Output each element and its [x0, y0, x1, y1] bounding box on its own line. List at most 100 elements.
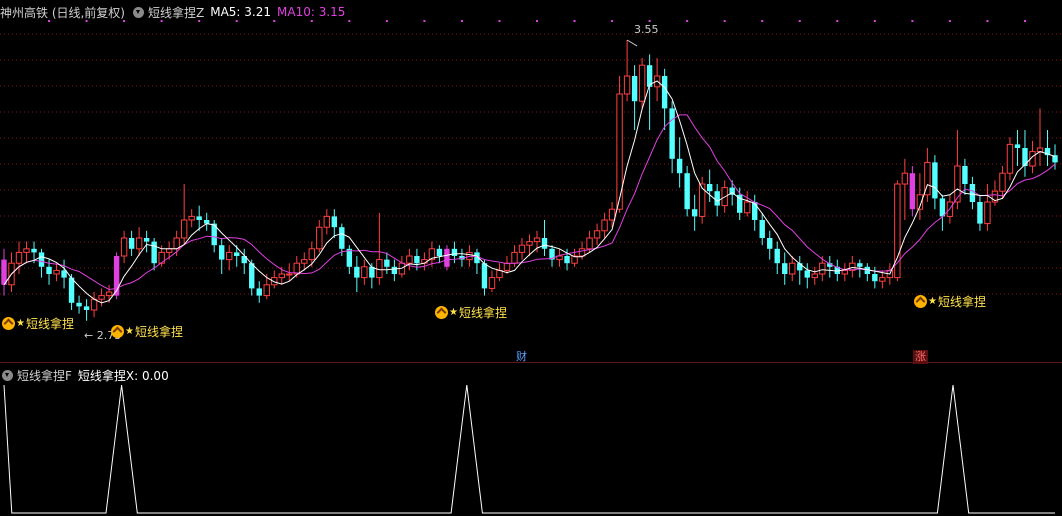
- candle-body: [533, 237, 541, 243]
- top-marker-dot: [798, 20, 801, 22]
- candle-body: [444, 248, 450, 267]
- candle-body: [90, 298, 98, 311]
- candle-body: [774, 248, 780, 264]
- candle-body: [165, 248, 173, 253]
- top-marker-dot: [423, 20, 426, 22]
- candle-body: [811, 273, 818, 279]
- candle-body: [601, 219, 608, 232]
- signal-label[interactable]: ★ 短线拿捏: [2, 314, 74, 332]
- candle-body: [406, 255, 413, 264]
- candle-body: [744, 201, 751, 214]
- candle-body: [249, 263, 255, 289]
- candle-body: [804, 270, 810, 278]
- candle-body: [488, 277, 496, 289]
- candle-body: [331, 216, 338, 228]
- candle-body: [98, 295, 105, 300]
- top-marker-dot: [648, 20, 651, 22]
- star-icon: ★: [449, 306, 458, 318]
- candle-body: [984, 201, 991, 225]
- event-badge-zhang[interactable]: 涨: [913, 350, 928, 364]
- candle-body: [203, 220, 210, 224]
- candle-body: [578, 248, 586, 257]
- top-marker-dot: [611, 20, 614, 22]
- high-marker-line: [626, 39, 638, 47]
- top-marker-dot: [948, 20, 951, 22]
- candle-body: [391, 266, 398, 274]
- top-marker-dot: [536, 20, 539, 22]
- candle-body: [278, 273, 285, 279]
- candle-body: [414, 256, 420, 264]
- top-marker-dot: [723, 20, 726, 22]
- candle-body: [376, 259, 383, 279]
- candle-body: [256, 288, 262, 296]
- signal-text: 短线拿捏: [134, 324, 183, 339]
- signal-label[interactable]: ★ 短线拿捏: [111, 322, 183, 340]
- candle-body: [661, 76, 668, 109]
- candle-body: [128, 238, 135, 249]
- candle-body: [384, 259, 390, 267]
- candle-body: [691, 209, 698, 217]
- main-candlestick-chart[interactable]: [0, 0, 1062, 363]
- star-icon: ★: [928, 295, 937, 307]
- candle-body: [857, 263, 863, 267]
- candle-body: [939, 198, 946, 217]
- ma5-label: MA5: 3.21: [210, 5, 272, 19]
- star-icon: ★: [125, 325, 134, 337]
- candle-body: [541, 238, 548, 249]
- candle-body: [623, 75, 631, 95]
- candle-body: [752, 202, 758, 220]
- candle-body: [151, 241, 157, 264]
- candle-body: [496, 269, 503, 279]
- candle-body: [323, 215, 331, 228]
- candle-body: [969, 184, 976, 202]
- candle-body: [120, 237, 128, 257]
- sub-indicator-menu-icon[interactable]: [2, 369, 13, 381]
- top-marker-dot: [686, 20, 689, 22]
- candle-body: [301, 259, 308, 264]
- candle-body: [316, 226, 323, 250]
- candle-body: [1036, 147, 1044, 153]
- candle-body: [819, 262, 826, 275]
- candle-body: [879, 277, 886, 282]
- ma10-label: MA10: 3.15: [277, 5, 346, 19]
- candle-body: [789, 262, 796, 275]
- candle-body: [669, 108, 675, 159]
- signal-label[interactable]: ★ 短线拿捏: [435, 303, 507, 321]
- candle-body: [841, 269, 849, 275]
- signal-rocket-icon: [111, 324, 124, 338]
- candle-body: [354, 266, 360, 278]
- indicator-menu-icon[interactable]: [133, 6, 144, 18]
- candle-body: [909, 173, 916, 210]
- candle-body: [346, 248, 353, 267]
- candle-body: [684, 173, 690, 210]
- candle-body: [46, 266, 52, 274]
- top-marker-dot: [573, 20, 576, 22]
- candle-body: [68, 277, 75, 303]
- indicator-name[interactable]: 短线拿捏Z: [148, 4, 204, 21]
- candle-body: [196, 216, 202, 220]
- candle-body: [706, 184, 713, 192]
- candle-body: [436, 248, 443, 256]
- candle-body: [1006, 143, 1014, 174]
- candle-body: [286, 273, 293, 276]
- candle-body: [339, 227, 345, 249]
- candle-body: [226, 251, 233, 261]
- candle-body: [135, 237, 143, 250]
- candle-body: [38, 252, 45, 267]
- candle-body: [23, 248, 30, 253]
- candle-body: [608, 208, 616, 221]
- signal-label[interactable]: ★ 短线拿捏: [914, 292, 986, 310]
- event-badge-cai[interactable]: 财: [514, 350, 529, 364]
- candle-body: [954, 165, 961, 203]
- candle-body: [901, 172, 909, 185]
- stock-name: 神州高铁 (日线,前复权): [0, 5, 125, 20]
- candle-body: [308, 248, 315, 261]
- candle-body: [782, 263, 788, 274]
- main-legend: 神州高铁 (日线,前复权) 短线拿捏Z MA5: 3.21 MA10: 3.15: [0, 2, 351, 22]
- top-marker-dot: [986, 20, 989, 22]
- sub-indicator-chart[interactable]: [0, 363, 1062, 516]
- signal-rocket-icon: [914, 294, 927, 308]
- sub-indicator-name[interactable]: 短线拿捏F: [17, 367, 72, 384]
- candle-body: [31, 248, 37, 253]
- candle-body: [676, 158, 683, 174]
